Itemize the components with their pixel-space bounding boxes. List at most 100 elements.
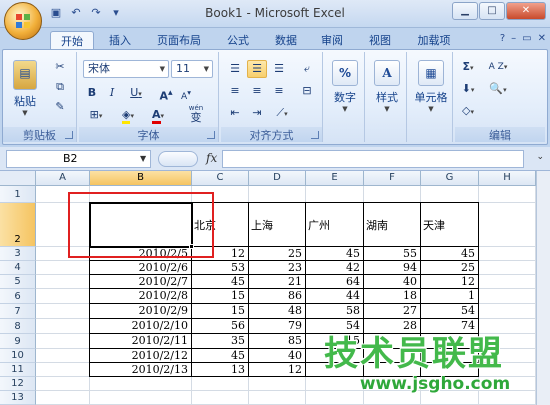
fill-handle[interactable] (189, 244, 194, 249)
value-cell[interactable]: 13 (192, 363, 249, 377)
styles-button[interactable]: A 样式 ▼ (371, 60, 403, 113)
value-cell[interactable]: 45 (421, 247, 479, 261)
date-cell[interactable]: 2010/2/11 (90, 334, 192, 349)
align-left-icon[interactable]: ≡ (225, 82, 245, 100)
tab-formulas[interactable]: 公式 (218, 31, 258, 50)
find-select-button[interactable]: 🔍▾ (483, 80, 513, 98)
alignment-launcher-icon[interactable] (311, 131, 319, 139)
align-center-icon[interactable]: ≡ (247, 82, 267, 100)
cell[interactable] (36, 304, 90, 319)
value-cell[interactable] (306, 349, 364, 363)
shrink-font-button[interactable]: A▾ (177, 84, 195, 102)
cell[interactable] (306, 377, 364, 391)
value-cell[interactable]: 27 (364, 304, 421, 319)
grow-font-button[interactable]: A▴ (157, 84, 175, 103)
column-header-a[interactable]: A (36, 171, 90, 186)
value-cell[interactable]: 40 (364, 275, 421, 289)
value-cell[interactable]: 12 (421, 275, 479, 289)
cells-button[interactable]: ▦ 单元格 ▼ (411, 60, 451, 113)
value-cell[interactable]: 54 (306, 319, 364, 334)
cell[interactable] (192, 377, 249, 391)
row-header-7[interactable]: 7 (0, 304, 36, 319)
row-header-10[interactable]: 10 (0, 349, 36, 363)
value-cell[interactable]: 58 (306, 304, 364, 319)
value-cell[interactable]: 15 (192, 289, 249, 304)
row-header-3[interactable]: 3 (0, 247, 36, 261)
doc-close-icon[interactable]: ✕ (538, 33, 546, 44)
cell[interactable] (421, 377, 479, 391)
row-header-8[interactable]: 8 (0, 319, 36, 334)
font-name-select[interactable]: 宋体 ▼ (83, 60, 169, 78)
header-cell[interactable]: 广州 (306, 203, 364, 247)
clipboard-launcher-icon[interactable] (65, 131, 73, 139)
column-header-f[interactable]: F (364, 171, 421, 186)
worksheet-grid[interactable]: A B C D E F G H 1 2 3 4 5 6 7 8 9 10 11 12 13 北京 上海 广州 湖南 天津 2010/… (0, 171, 550, 405)
column-header-d[interactable]: D (249, 171, 306, 186)
name-box[interactable]: B2 (6, 150, 151, 168)
value-cell[interactable]: 12 (192, 247, 249, 261)
date-cell[interactable]: 2010/2/8 (90, 289, 192, 304)
number-format-button[interactable]: % 数字 ▼ (329, 60, 361, 113)
value-cell[interactable]: 85 (249, 334, 306, 349)
date-cell[interactable]: 2010/2/7 (90, 275, 192, 289)
clear-button[interactable]: ◇▾ (455, 102, 481, 120)
value-cell[interactable]: 18 (364, 289, 421, 304)
cell[interactable] (36, 334, 90, 349)
value-cell[interactable]: 48 (249, 304, 306, 319)
maximize-button[interactable]: □ (479, 2, 505, 20)
value-cell[interactable] (364, 349, 421, 363)
font-color-button[interactable]: A▾ (145, 106, 171, 124)
close-button[interactable]: ✕ (506, 2, 546, 20)
cell[interactable] (479, 203, 536, 247)
formula-input[interactable] (222, 150, 524, 168)
orientation-icon[interactable]: ⟋▾ (269, 104, 295, 122)
value-cell[interactable]: 45 (192, 349, 249, 363)
wrap-text-icon[interactable]: ⤶ (297, 60, 317, 78)
font-size-select[interactable]: 11 ▼ (171, 60, 213, 78)
align-middle-icon[interactable]: ☰ (247, 60, 267, 78)
value-cell[interactable]: 74 (421, 319, 479, 334)
value-cell[interactable] (306, 363, 364, 377)
decrease-indent-icon[interactable]: ⇤ (225, 104, 245, 122)
date-cell[interactable]: 2010/2/6 (90, 261, 192, 275)
row-header-4[interactable]: 4 (0, 261, 36, 275)
value-cell[interactable]: 35 (192, 334, 249, 349)
cell[interactable] (36, 289, 90, 304)
row-header-5[interactable]: 5 (0, 275, 36, 289)
tab-view[interactable]: 视图 (360, 31, 400, 50)
cell[interactable] (36, 186, 90, 203)
cell[interactable] (36, 261, 90, 275)
tab-addins[interactable]: 加载项 (410, 31, 458, 50)
date-cell[interactable]: 2010/2/5 (90, 247, 192, 261)
cell[interactable] (90, 377, 192, 391)
select-all-corner[interactable] (0, 171, 36, 186)
tab-data[interactable]: 数据 (266, 31, 306, 50)
italic-button[interactable]: I (103, 84, 121, 102)
cell[interactable] (364, 391, 421, 405)
cell[interactable] (479, 289, 536, 304)
increase-indent-icon[interactable]: ⇥ (247, 104, 267, 122)
cell[interactable] (249, 391, 306, 405)
format-painter-icon[interactable]: ✎ (51, 98, 69, 116)
value-cell[interactable] (364, 334, 421, 349)
value-cell[interactable]: 1 (421, 289, 479, 304)
value-cell[interactable]: 94 (364, 261, 421, 275)
row-header-12[interactable]: 12 (0, 377, 36, 391)
copy-icon[interactable]: ⧉ (51, 78, 69, 96)
column-header-g[interactable]: G (421, 171, 479, 186)
value-cell[interactable]: 15 (192, 304, 249, 319)
cell[interactable] (364, 377, 421, 391)
cell[interactable] (479, 377, 536, 391)
value-cell[interactable]: 56 (192, 319, 249, 334)
font-launcher-icon[interactable] (207, 131, 215, 139)
header-cell[interactable]: 上海 (249, 203, 306, 247)
header-cell[interactable]: 湖南 (364, 203, 421, 247)
minimize-button[interactable]: ▁ (452, 2, 478, 20)
fill-color-button[interactable]: ◈▾ (115, 106, 141, 124)
value-cell[interactable]: 21 (249, 275, 306, 289)
value-cell[interactable]: 64 (306, 275, 364, 289)
underline-button[interactable]: U▾ (123, 84, 149, 102)
date-cell[interactable]: 2010/2/12 (90, 349, 192, 363)
cell[interactable] (36, 391, 90, 405)
formula-buttons[interactable] (158, 151, 198, 167)
